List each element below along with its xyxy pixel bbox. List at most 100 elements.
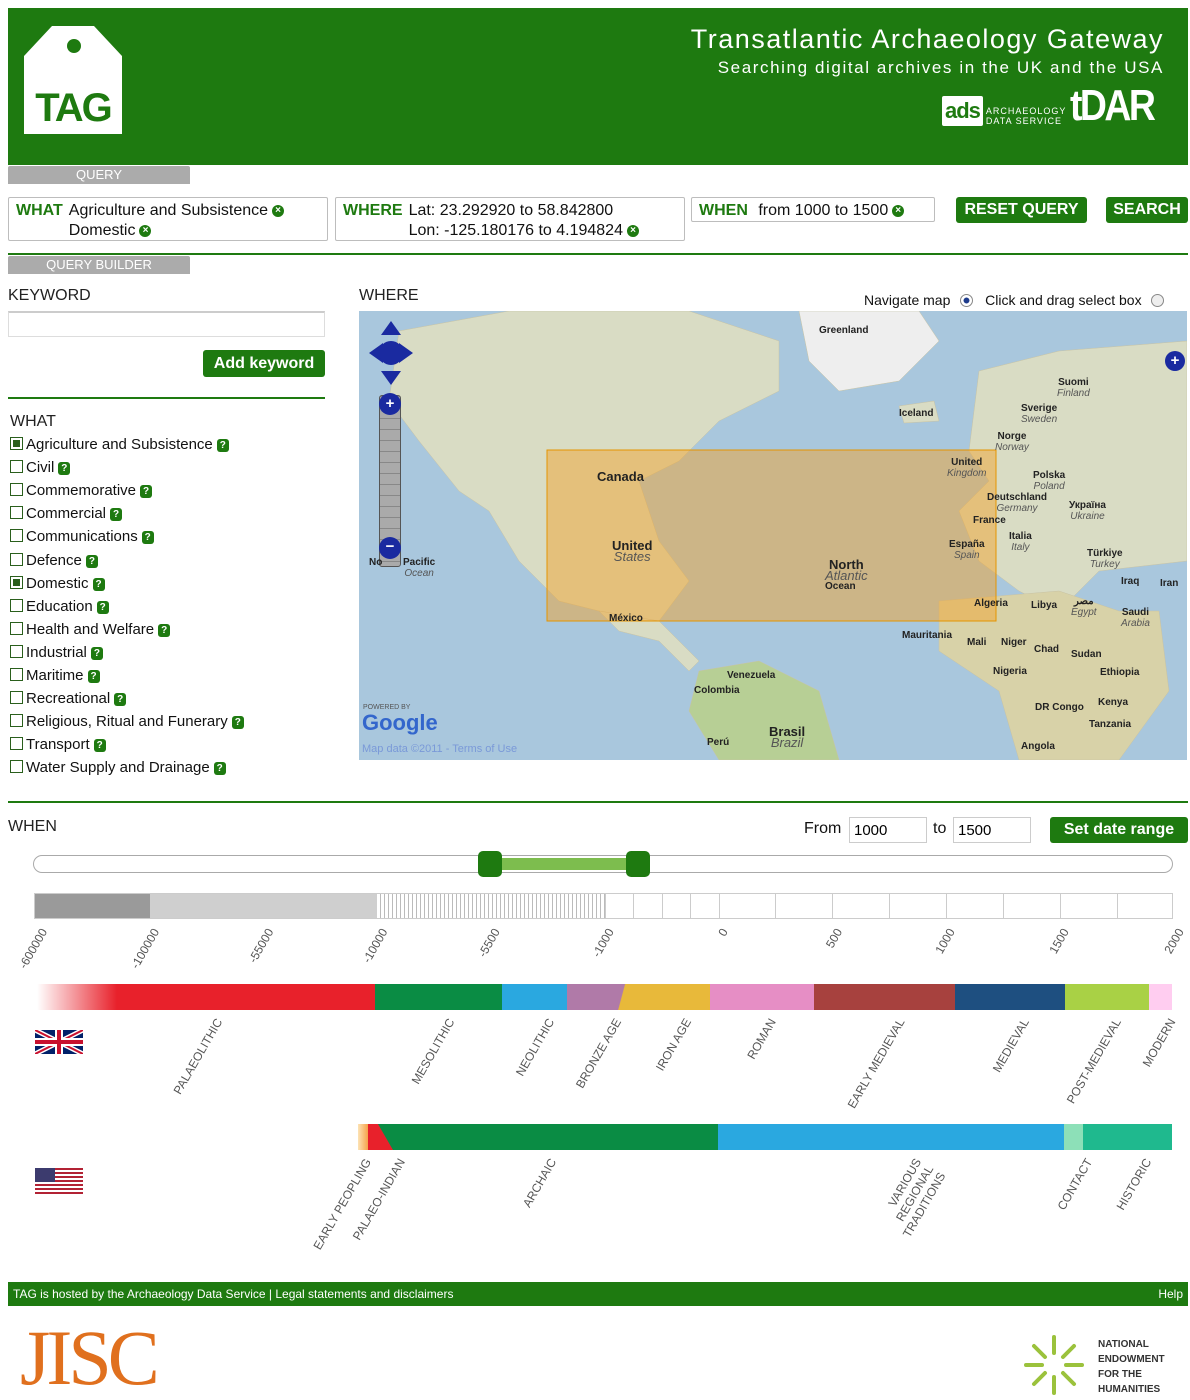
what-item[interactable]: Domestic? [10,575,105,592]
zoom-in-icon[interactable]: + [379,393,401,415]
from-input[interactable] [849,817,927,843]
help-icon[interactable]: ? [87,670,100,683]
what-checkbox[interactable] [10,714,23,728]
what-checkbox[interactable] [10,483,23,497]
uk-period-segment[interactable] [1065,984,1149,1010]
zoom-out-icon[interactable]: − [379,537,401,559]
pan-arrows-icon[interactable] [369,321,413,385]
map-view[interactable]: + − + Greenland Iceland Suomi Finland Sverig… [359,311,1187,760]
help-icon[interactable]: ? [110,508,123,522]
what-item[interactable]: Water Supply and Drainage? [10,759,226,776]
slider-handle-from[interactable] [478,851,502,877]
remove-when-icon[interactable]: × [892,204,905,217]
what-checkbox[interactable] [10,760,23,774]
what-item[interactable]: Commemorative? [10,482,153,499]
remove-what-1-icon[interactable]: × [272,204,285,217]
uk-period-segment[interactable] [567,984,637,1010]
help-icon[interactable]: ? [213,762,226,776]
uk-period-segment[interactable] [637,984,710,1010]
what-item-label: Water Supply and Drainage [26,759,210,777]
remove-what-2-icon[interactable]: × [139,224,152,237]
uk-period-segment[interactable] [375,984,502,1010]
help-icon[interactable]: ? [96,600,109,614]
what-item[interactable]: Health and Welfare? [10,621,171,638]
what-item[interactable]: Maritime? [10,667,100,684]
what-checkbox[interactable] [10,506,23,520]
what-item[interactable]: Agriculture and Subsistence? [10,436,229,453]
what-checkbox[interactable] [10,691,23,705]
what-checkbox[interactable] [10,621,23,635]
help-icon[interactable]: ? [140,485,153,499]
uk-period-segment[interactable] [1149,984,1172,1010]
keyword-input[interactable] [8,311,325,337]
help-icon[interactable]: ? [85,554,98,568]
reset-query-button[interactable]: RESET QUERY [956,197,1087,223]
uk-period-segment[interactable] [710,984,814,1010]
help-icon[interactable]: ? [158,623,171,637]
help-icon[interactable]: ? [58,462,71,476]
uk-period-segment[interactable] [814,984,955,1010]
jisc-logo[interactable]: JISC [20,1318,160,1398]
what-item[interactable]: Industrial? [10,644,103,661]
us-period-segment[interactable] [368,1124,398,1150]
us-period-segment[interactable] [1083,1124,1172,1150]
uk-period-segment[interactable] [502,984,567,1010]
map-label-name: Ocean [825,581,856,592]
help-icon[interactable]: ? [90,646,103,660]
what-checkbox[interactable] [10,668,23,681]
terms-of-use-link[interactable]: Terms of Use [452,743,517,755]
what-item[interactable]: Religious, Ritual and Funerary? [10,713,244,730]
map-pan-control[interactable] [369,321,413,389]
what-checkbox[interactable] [10,737,23,751]
map-label: United States [612,539,652,563]
ads-logo[interactable]: ads [942,96,983,126]
slider-handle-to[interactable] [626,851,651,877]
what-checkbox[interactable] [10,575,23,589]
navigate-map-radio[interactable] [960,294,974,307]
help-icon[interactable]: ? [93,739,106,753]
what-item[interactable]: Education? [10,598,109,615]
map-label-sub: Ocean [404,568,434,579]
us-period-segment[interactable] [358,1124,368,1150]
what-checkbox[interactable] [10,460,23,474]
map-label: Deutschland Germany [987,492,1047,514]
what-checkbox[interactable] [10,529,23,543]
uk-period-segment[interactable] [37,984,375,1010]
us-period-segment[interactable] [718,1124,1064,1150]
what-item[interactable]: Civil? [10,459,71,476]
footer-text[interactable]: TAG is hosted by the Archaeology Data Se… [13,1282,453,1306]
help-icon[interactable]: ? [141,531,154,545]
what-checkbox[interactable] [10,598,23,612]
what-checkbox[interactable] [10,552,23,566]
help-icon[interactable]: ? [114,693,127,707]
what-item[interactable]: Recreational? [10,690,127,707]
layer-switcher-icon[interactable]: + [1165,351,1185,371]
what-item[interactable]: Transport? [10,736,106,753]
us-period-segment[interactable] [1064,1124,1083,1150]
what-checkbox[interactable] [10,437,23,450]
select-box-radio[interactable] [1151,294,1165,307]
query-where-lat: Lat: 23.292920 to 58.842800 [408,202,614,219]
remove-where-icon[interactable]: × [626,224,639,237]
tdar-logo[interactable]: tDAR [1070,84,1156,128]
help-icon[interactable]: ? [92,577,105,591]
what-item[interactable]: Communications? [10,528,154,545]
uk-period-segment[interactable] [955,984,1065,1010]
help-icon[interactable]: ? [231,716,244,730]
set-date-range-button[interactable]: Set date range [1050,817,1188,843]
uk-period-label: EARLY MEDIEVAL [844,1016,908,1111]
help-link[interactable]: Help [1158,1282,1183,1306]
what-item[interactable]: Commercial? [10,505,123,522]
help-icon[interactable]: ? [216,439,229,452]
to-input[interactable] [953,817,1031,843]
what-item[interactable]: Defence? [10,552,98,569]
tag-logo[interactable]: TAG [24,26,122,134]
map-label: Greenland [819,325,868,336]
us-period-segment[interactable] [398,1124,718,1150]
what-checkbox[interactable] [10,644,23,658]
add-keyword-button[interactable]: Add keyword [203,350,325,377]
date-range-slider[interactable] [33,851,1173,877]
google-logo[interactable]: Google [362,710,438,736]
search-button[interactable]: SEARCH [1106,197,1188,223]
neh-logo[interactable] [1018,1332,1090,1400]
